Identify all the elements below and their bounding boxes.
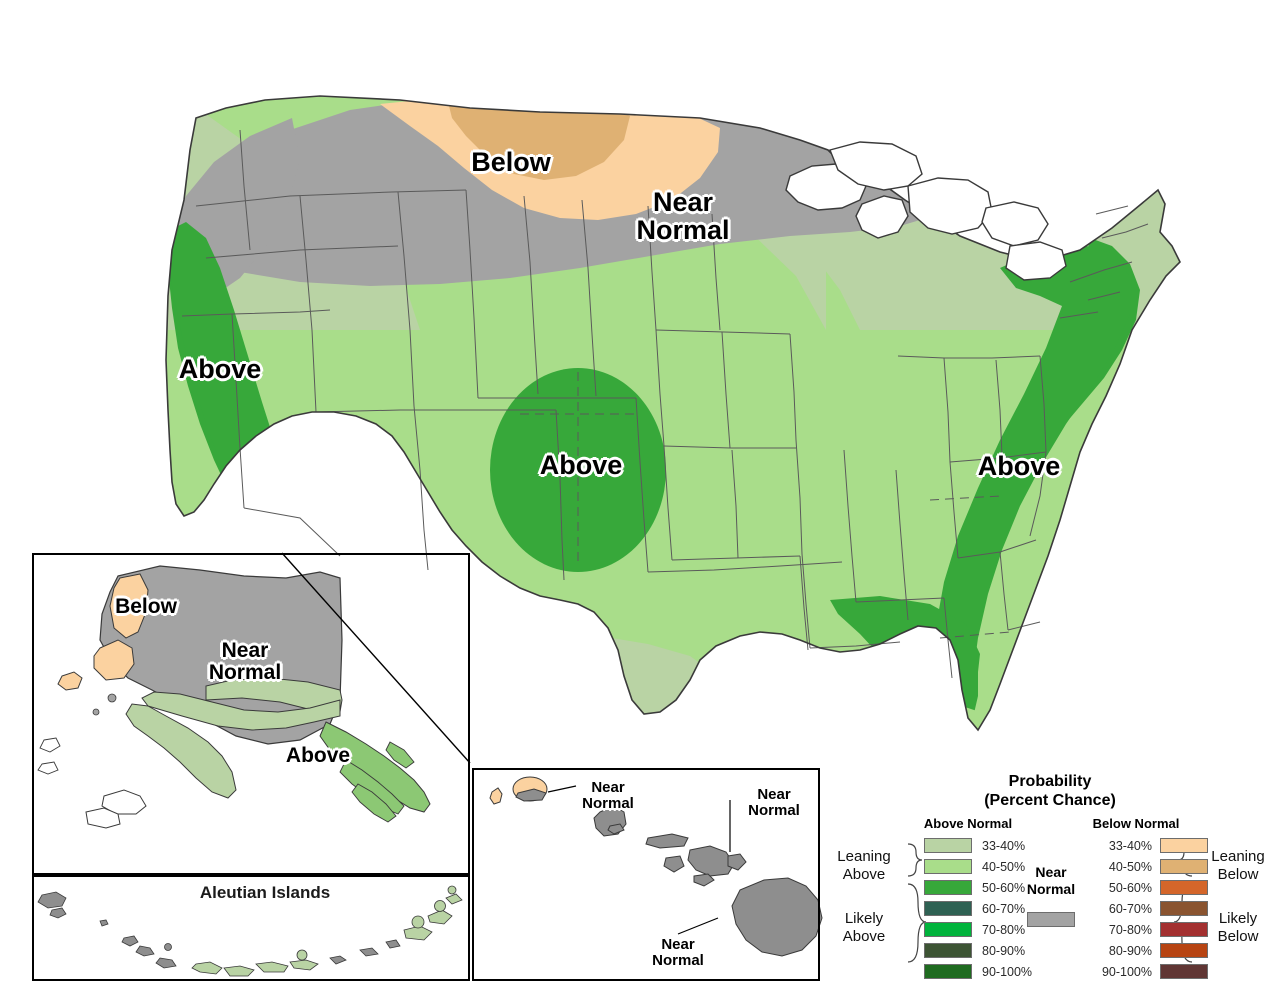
alaska-inset-frame [32, 553, 470, 875]
legend-swatch-below-70-80 [1160, 922, 1208, 937]
legend-range-above-60-70: 60-70% [982, 902, 1026, 916]
legend-range-above-90-100: 90-100% [982, 965, 1033, 979]
legend-header-above-normal: Above Normal [923, 816, 1013, 831]
legend-range-above-50-60: 50-60% [982, 881, 1026, 895]
legend-swatch-above-33-40 [924, 838, 972, 853]
legend-range-below-50-60: 50-60% [1108, 881, 1152, 895]
legend-range-below-40-50: 40-50% [1108, 860, 1152, 874]
legend-title-line2: (Percent Chance) [984, 792, 1116, 809]
legend-swatch-above-70-80 [924, 922, 972, 937]
legend-range-below-60-70: 60-70% [1108, 902, 1152, 916]
legend-swatch-below-40-50 [1160, 859, 1208, 874]
legend-swatch-above-80-90 [924, 943, 972, 958]
legend-range-above-80-90: 80-90% [982, 944, 1026, 958]
legend-swatch-above-50-60 [924, 880, 972, 895]
legend-swatch-near-normal [1027, 912, 1075, 927]
legend-range-above-70-80: 70-80% [982, 923, 1026, 937]
legend-bracket-likely-above: Likely Above [842, 910, 886, 945]
legend-title-line1: Probability [1008, 773, 1092, 790]
legend-bracket-leaning-below: Leaning Below [1211, 848, 1265, 883]
legend-range-above-33-40: 33-40% [982, 839, 1026, 853]
legend-header-below-normal: Below Normal [1092, 816, 1180, 831]
legend-range-below-90-100: 90-100% [1101, 965, 1152, 979]
legend-swatch-below-50-60 [1160, 880, 1208, 895]
aleutian-inset-frame [32, 875, 470, 981]
legend-range-above-40-50: 40-50% [982, 860, 1026, 874]
legend-range-below-80-90: 80-90% [1108, 944, 1152, 958]
legend-swatch-below-90-100 [1160, 964, 1208, 979]
legend-title: Probability (Percent Chance) [820, 772, 1280, 810]
legend-bracket-leaning-above: Leaning Above [837, 848, 891, 883]
legend-swatch-below-80-90 [1160, 943, 1208, 958]
precipitation-outlook-page: DEPARTMENT OF COMMERCE UNITED STATES OF … [0, 0, 1280, 989]
legend-swatch-above-60-70 [924, 901, 972, 916]
legend-range-below-70-80: 70-80% [1108, 923, 1152, 937]
legend-swatch-above-90-100 [924, 964, 972, 979]
legend-bracket-likely-below: Likely Below [1217, 910, 1259, 945]
legend-swatch-above-40-50 [924, 859, 972, 874]
legend-range-below-33-40: 33-40% [1108, 839, 1152, 853]
hawaii-inset-frame [472, 768, 820, 981]
legend-swatch-below-33-40 [1160, 838, 1208, 853]
legend-swatch-below-60-70 [1160, 901, 1208, 916]
probability-legend: Probability (Percent Chance) Above Norma… [820, 768, 1280, 981]
